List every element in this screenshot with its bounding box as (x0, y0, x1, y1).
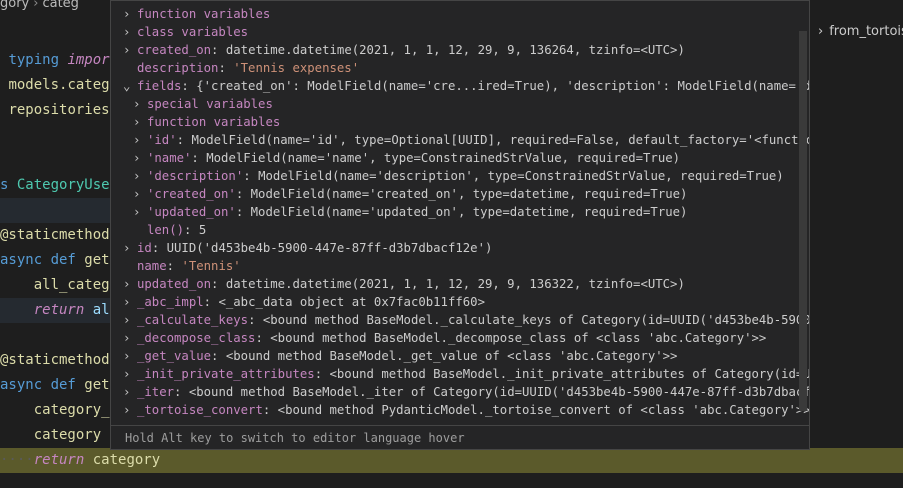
chevron-right-icon: › (123, 43, 131, 57)
side-panel-item[interactable]: › from_tortois (810, 20, 903, 44)
chevron-right-icon: › (123, 403, 131, 417)
tree-item[interactable]: › created_on: datetime.datetime(2021, 1, … (123, 41, 685, 59)
tree-item[interactable]: › special variables (133, 95, 273, 113)
tree-item[interactable]: › _abc_impl: <_abc_data object at 0x7fac0… (123, 293, 485, 311)
tree-item[interactable]: ›'name': ModelField(name='name', type=Co… (133, 149, 680, 167)
tree-item[interactable]: name: 'Tennis' (123, 257, 241, 275)
scrollbar-thumb[interactable] (799, 31, 807, 411)
chevron-right-icon: › (123, 385, 131, 399)
code-line[interactable]: @staticmethod (0, 223, 110, 248)
chevron-right-icon: › (123, 313, 131, 327)
indent-guide (0, 198, 110, 223)
tree-item[interactable]: description: 'Tennis expenses' (123, 59, 359, 77)
code-line[interactable]: async def get (0, 248, 110, 273)
tree-item[interactable]: › _init_private_attributes: <bound method… (123, 365, 809, 383)
tree-item[interactable]: › updated_on: datetime.datetime(2021, 1, … (123, 275, 685, 293)
debug-hover-popup[interactable]: › function variables › class variables › cr… (110, 0, 810, 450)
chevron-right-icon: › (133, 187, 141, 201)
code-line[interactable]: typing impor (0, 48, 109, 73)
code-line[interactable]: return al (0, 298, 110, 323)
side-panel-label: from_tortois (829, 24, 903, 39)
code-line[interactable]: s CategoryUse (0, 173, 110, 198)
code-line[interactable]: async def get (0, 373, 110, 398)
tree-item[interactable]: › function variables (133, 113, 280, 131)
editor: gory › categ typing impor models.categ rep… (0, 0, 903, 488)
tree-item[interactable]: ⌄ fields: {'created_on': ModelField(name=… (123, 77, 809, 95)
tree-item[interactable]: ›'created_on': ModelField(name='created_… (133, 185, 687, 203)
chevron-right-icon: › (123, 241, 131, 255)
chevron-right-icon: › (818, 24, 824, 39)
hover-footer: Hold Alt key to switch to editor languag… (111, 425, 809, 449)
chevron-right-icon: › (123, 349, 131, 363)
tree-item[interactable]: ›'id': ModelField(name='id', type=Option… (133, 131, 809, 149)
code-line[interactable]: category_ (0, 398, 110, 423)
chevron-right-icon: › (133, 169, 141, 183)
code-line[interactable]: @staticmethod (0, 348, 110, 373)
chevron-right-icon: › (133, 151, 141, 165)
code-line[interactable]: category (0, 423, 101, 448)
chevron-right-icon: › (133, 205, 141, 219)
chevron-right-icon: › (123, 331, 131, 345)
chevron-right-icon: › (33, 0, 39, 11)
tree-item[interactable]: › function variables (123, 5, 270, 23)
chevron-right-icon: › (133, 115, 141, 129)
breadcrumb-part[interactable]: gory (0, 0, 29, 11)
tree-item[interactable]: › id: UUID('d453be4b-5900-447e-87ff-d3b7d… (123, 239, 492, 257)
tree-item[interactable]: › _calculate_keys: <bound method BaseMode… (123, 311, 809, 329)
chevron-right-icon: › (133, 133, 141, 147)
code-line[interactable]: ····return category (0, 448, 160, 473)
code-line[interactable]: models.categ (0, 73, 109, 98)
chevron-right-icon: › (133, 97, 141, 111)
tree-item[interactable]: › _get_value: <bound method BaseModel._ge… (123, 347, 677, 365)
breadcrumb[interactable]: gory › categ (0, 0, 79, 14)
chevron-right-icon: › (123, 277, 131, 291)
tree-item[interactable]: › _iter: <bound method BaseModel._iter of… (123, 383, 809, 401)
code-line[interactable]: all_categ (0, 273, 110, 298)
tree-item[interactable]: len(): 5 (133, 221, 206, 239)
breadcrumb-part[interactable]: categ (42, 0, 78, 11)
tree-item[interactable]: ›'updated_on': ModelField(name='updated_… (133, 203, 687, 221)
chevron-down-icon: ⌄ (123, 79, 131, 93)
chevron-right-icon: › (123, 295, 131, 309)
code-line[interactable]: repositories (0, 98, 109, 123)
tree-item[interactable]: ›'description': ModelField(name='descrip… (133, 167, 784, 185)
chevron-right-icon: › (123, 7, 131, 21)
tree-item[interactable]: › _decompose_class: <bound method BaseMod… (123, 329, 766, 347)
tree-item[interactable]: › class variables (123, 23, 248, 41)
chevron-right-icon: › (123, 367, 131, 381)
chevron-right-icon: › (123, 25, 131, 39)
tree-item[interactable]: › _tortoise_convert: <bound method Pydant… (123, 401, 809, 419)
